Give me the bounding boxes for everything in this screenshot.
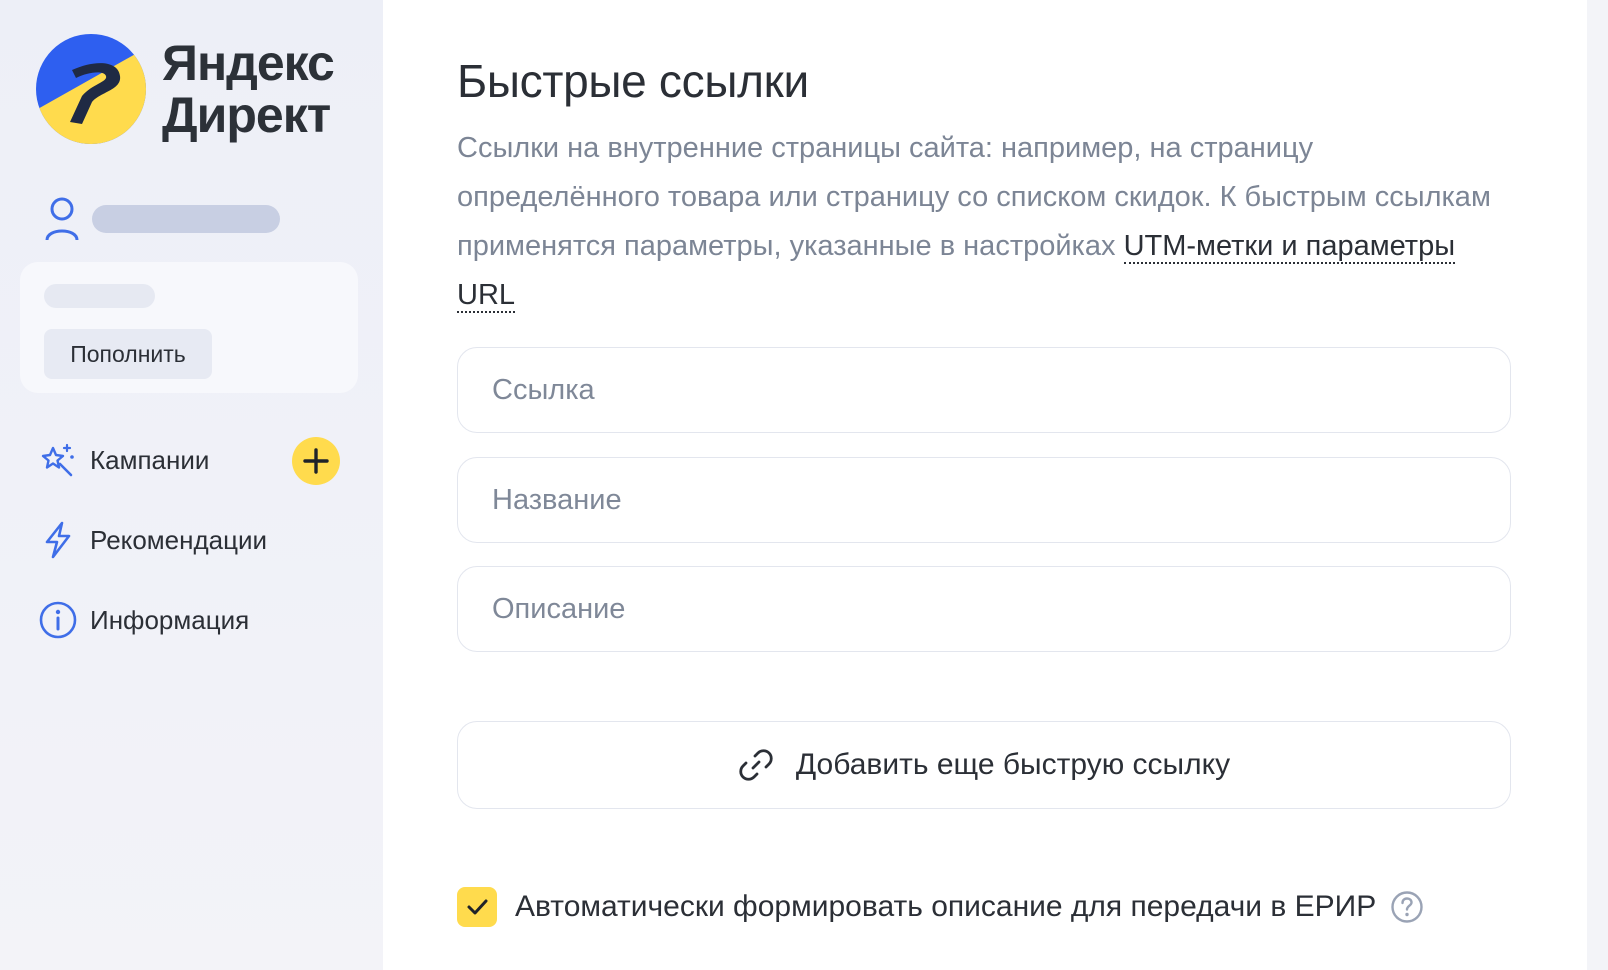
chain-link-icon	[739, 749, 773, 781]
help-question-icon[interactable]	[1390, 890, 1424, 924]
topup-button[interactable]: Пополнить	[44, 329, 212, 379]
sidebar: Яндекс Директ Пополнить Кампании Рекомен…	[0, 0, 383, 970]
description-field	[457, 566, 1511, 652]
yandex-direct-logo[interactable]: Яндекс Директ	[34, 32, 335, 146]
info-icon	[39, 601, 77, 639]
user-account[interactable]	[44, 196, 280, 242]
sidebar-nav: Кампании Рекомендации Информация	[0, 420, 360, 660]
right-gutter	[1587, 0, 1608, 970]
main-panel: Быстрые ссылки Ссылки на внутренние стра…	[383, 0, 1587, 970]
logo-line-1: Яндекс	[162, 35, 335, 91]
section-description: Ссылки на внутренние страницы сайта: нап…	[457, 124, 1517, 320]
sidebar-item-label: Рекомендации	[90, 524, 268, 555]
app: Яндекс Директ Пополнить Кампании Рекомен…	[0, 0, 1608, 970]
sidebar-item-recommendations[interactable]: Рекомендации	[0, 500, 360, 580]
user-name-placeholder	[92, 205, 280, 233]
erir-checkbox[interactable]	[457, 887, 497, 927]
sparkle-wand-icon	[41, 443, 74, 477]
name-input[interactable]	[458, 458, 1510, 542]
logo-line-2: Директ	[162, 87, 331, 143]
link-input[interactable]	[458, 348, 1510, 432]
link-field	[457, 347, 1511, 433]
yandex-direct-logo-icon	[36, 34, 146, 144]
user-icon	[45, 197, 79, 241]
add-quick-link-button[interactable]: Добавить еще быструю ссылку	[457, 721, 1511, 809]
erir-checkbox-label: Автоматически формировать описание для п…	[515, 890, 1377, 923]
plus-icon	[303, 448, 329, 474]
checkmark-icon	[467, 899, 488, 915]
description-input[interactable]	[458, 567, 1510, 651]
lightning-icon	[45, 521, 71, 559]
sidebar-item-campaigns[interactable]: Кампании	[0, 420, 360, 500]
section-title: Быстрые ссылки	[457, 55, 809, 107]
sidebar-item-information[interactable]: Информация	[0, 580, 360, 660]
add-quick-link-label: Добавить еще быструю ссылку	[795, 748, 1231, 781]
add-campaign-button[interactable]	[292, 437, 340, 485]
erir-option: Автоматически формировать описание для п…	[457, 887, 1424, 927]
sidebar-item-label: Кампании	[90, 444, 210, 475]
balance-card: Пополнить	[20, 262, 358, 393]
name-field	[457, 457, 1511, 543]
logo-text: Яндекс Директ	[162, 35, 335, 143]
balance-placeholder	[44, 284, 155, 308]
sidebar-item-label: Информация	[90, 604, 250, 635]
